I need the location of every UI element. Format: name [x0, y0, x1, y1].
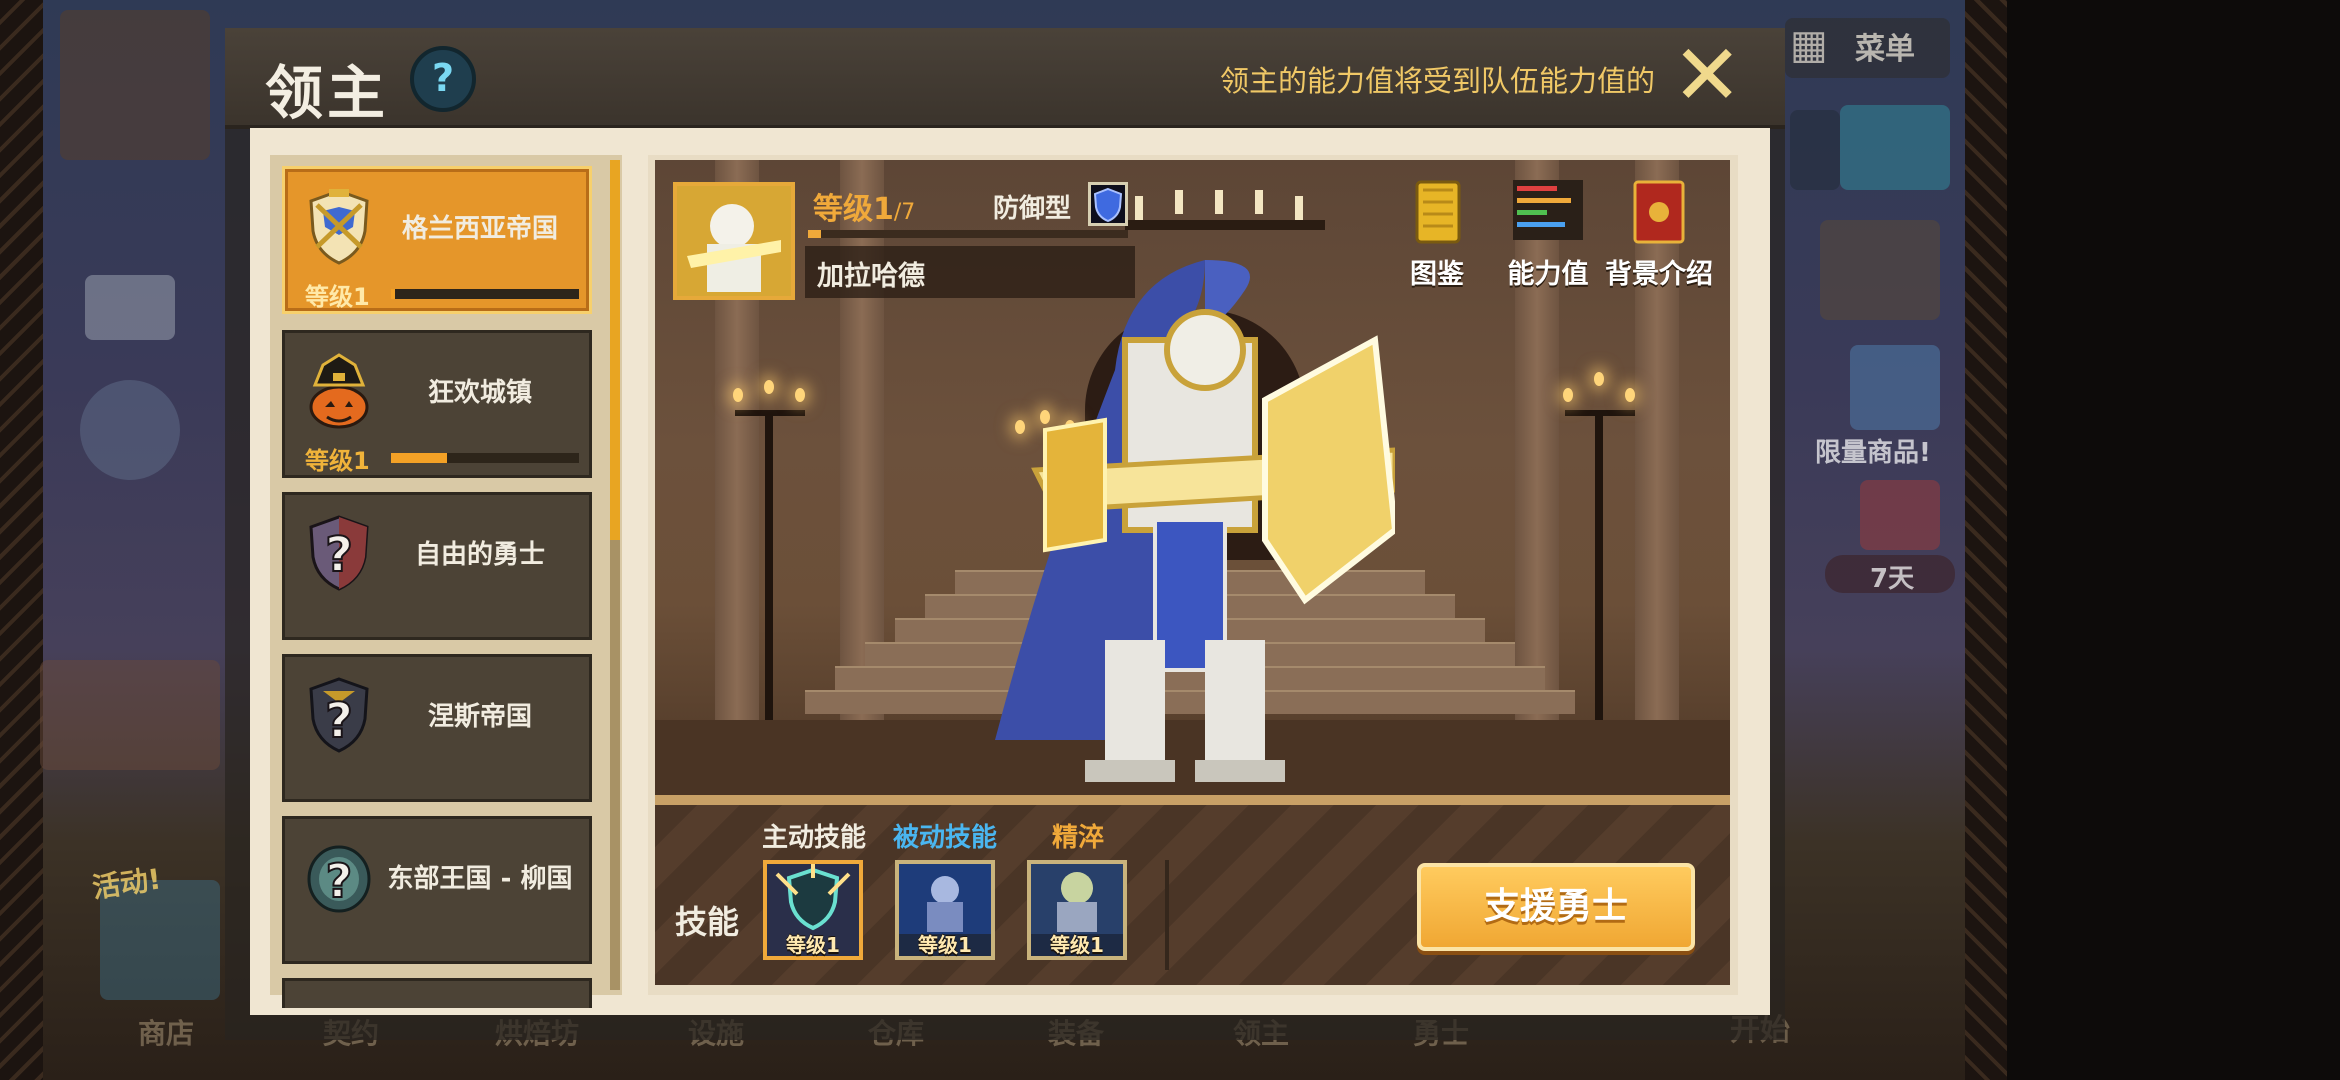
lord-item-5[interactable]: ? 东部王国 - 柳国 — [282, 816, 592, 964]
lord-level-value: 等级1 — [813, 192, 894, 227]
side-panel-tab — [1790, 110, 1840, 190]
lord-item-3[interactable]: ? 自由的勇士 — [282, 492, 592, 640]
candle-flame — [764, 380, 774, 394]
candle — [1135, 196, 1143, 220]
lord-level: 等级1 — [305, 283, 370, 311]
list-scrollbar-thumb[interactable] — [610, 160, 620, 540]
shield-skill-icon — [775, 864, 851, 931]
unknown-lord-icon: ? — [309, 515, 369, 591]
defense-shield-icon — [1088, 182, 1128, 226]
candle-flame — [795, 388, 805, 402]
skills-panel: 技能 主动技能 被动技能 精淬 等级1 等级1 等级1 支援勇士 — [655, 795, 1730, 985]
lord-level-row: 等级1 — [305, 277, 585, 311]
crest-icon — [309, 189, 369, 265]
book-icon — [1633, 180, 1685, 244]
stats-icon — [1513, 180, 1583, 240]
lord-item-1[interactable]: 格兰西亚帝国 等级1 — [282, 166, 592, 314]
candle-flame — [1563, 388, 1573, 402]
skill-level: 等级1 — [918, 933, 972, 957]
tab-refine[interactable]: 精淬 — [1052, 817, 1104, 854]
candle-flame — [1625, 388, 1635, 402]
skills-label: 技能 — [675, 903, 740, 941]
lord-name: 涅斯帝国 — [427, 702, 532, 732]
lord-portrait — [673, 182, 795, 300]
candelabra-arm — [735, 410, 805, 416]
lord-name: 格兰西亚帝国 — [401, 214, 558, 244]
menu-label: 菜单 — [1855, 32, 1915, 67]
dialog-header: 领主 ? 领主的能力值将受到队伍能力值的 ✕ — [225, 28, 1785, 129]
lord-item-6-partial[interactable] — [282, 978, 592, 1008]
tab-active-skill[interactable]: 主动技能 — [762, 817, 866, 854]
player-avatar[interactable] — [60, 10, 210, 160]
knight-portrait-icon — [677, 186, 791, 296]
guardian-skill-icon — [1031, 864, 1123, 934]
candle-flame — [1594, 372, 1604, 386]
chat-icon[interactable] — [1840, 105, 1950, 190]
lord-character-name: 加拉哈德 — [817, 261, 925, 292]
shop-gem-icon[interactable] — [1850, 345, 1940, 430]
candle — [1295, 196, 1303, 220]
candle — [1175, 190, 1183, 214]
limited-offer-label: 限量商品! — [1815, 438, 1931, 468]
codex-button[interactable]: 图鉴 — [1402, 180, 1472, 290]
left-border-decoration — [0, 0, 43, 1080]
lord-type-label: 防御型 — [993, 194, 1072, 224]
friend-icon[interactable] — [80, 380, 180, 480]
lord-name: 自由的勇士 — [414, 540, 545, 570]
grid-icon: ▦ — [1790, 22, 1828, 68]
candelabra-right — [1595, 410, 1603, 720]
right-border-decoration — [1965, 0, 2007, 1080]
candle — [1255, 190, 1263, 214]
skill-slot-passive[interactable]: 等级1 — [895, 860, 995, 960]
close-button[interactable]: ✕ — [1672, 33, 1742, 117]
tab-passive-skill[interactable]: 被动技能 — [893, 817, 997, 854]
event-character — [40, 660, 220, 770]
days-left-label: 7天 — [1870, 564, 1915, 594]
candelabra-arm — [1565, 410, 1635, 416]
background-story-label: 背景介绍 — [1605, 259, 1713, 290]
gift-icon[interactable] — [1860, 480, 1940, 550]
lord-name: 狂欢城镇 — [427, 378, 532, 408]
candle — [1215, 190, 1223, 214]
lord-exp-bar — [808, 230, 1128, 238]
svg-text:?: ? — [325, 527, 353, 583]
lord-level-fill — [391, 453, 448, 463]
skill-level: 等级1 — [786, 933, 840, 957]
lord-level-row: 等级1 — [305, 441, 585, 475]
lord-level: 等级1 — [305, 447, 370, 475]
candle-flame — [733, 388, 743, 402]
background-story-button[interactable]: 背景介绍 — [1605, 180, 1713, 290]
unknown-lord-icon: ? — [309, 677, 369, 753]
help-icon[interactable]: ? — [410, 46, 476, 112]
lord-level-max: /7 — [893, 200, 916, 225]
lord-name: 东部王国 - 柳国 — [387, 864, 573, 894]
mail-icon[interactable] — [85, 275, 175, 340]
unknown-lord-icon: ? — [307, 845, 371, 913]
skills-divider — [1165, 860, 1169, 970]
lord-level-label: 等级1/7 — [813, 184, 915, 228]
skill-slot-refine[interactable]: 等级1 — [1027, 860, 1127, 960]
lord-level-fill — [391, 289, 395, 299]
header-notice: 领主的能力值将受到队伍能力值的 — [1219, 64, 1655, 98]
pumpkin-icon — [309, 353, 369, 429]
candelabra-left — [765, 410, 773, 720]
stats-button[interactable]: 能力值 — [1508, 180, 1589, 290]
lord-exp-fill — [808, 230, 821, 238]
svg-text:?: ? — [326, 854, 353, 908]
support-hero-button[interactable]: 支援勇士 — [1417, 863, 1695, 951]
codex-icon — [1415, 180, 1461, 244]
svg-text:?: ? — [325, 693, 353, 749]
lord-level-bar — [391, 289, 579, 299]
skill-level: 等级1 — [1050, 933, 1104, 957]
lord-level-bar — [391, 453, 579, 463]
lord-info-card: 等级1/7 防御型 加拉哈德 — [655, 170, 1135, 320]
lord-item-2[interactable]: 狂欢城镇 等级1 — [282, 330, 592, 478]
knight-skill-icon — [899, 864, 991, 934]
dialog-title: 领主 — [265, 59, 390, 127]
nav-shop[interactable]: 商店 — [138, 1012, 194, 1052]
quest-board-icon[interactable] — [1820, 220, 1940, 320]
lord-item-4[interactable]: ? 涅斯帝国 — [282, 654, 592, 802]
skill-slot-active[interactable]: 等级1 — [763, 860, 863, 960]
